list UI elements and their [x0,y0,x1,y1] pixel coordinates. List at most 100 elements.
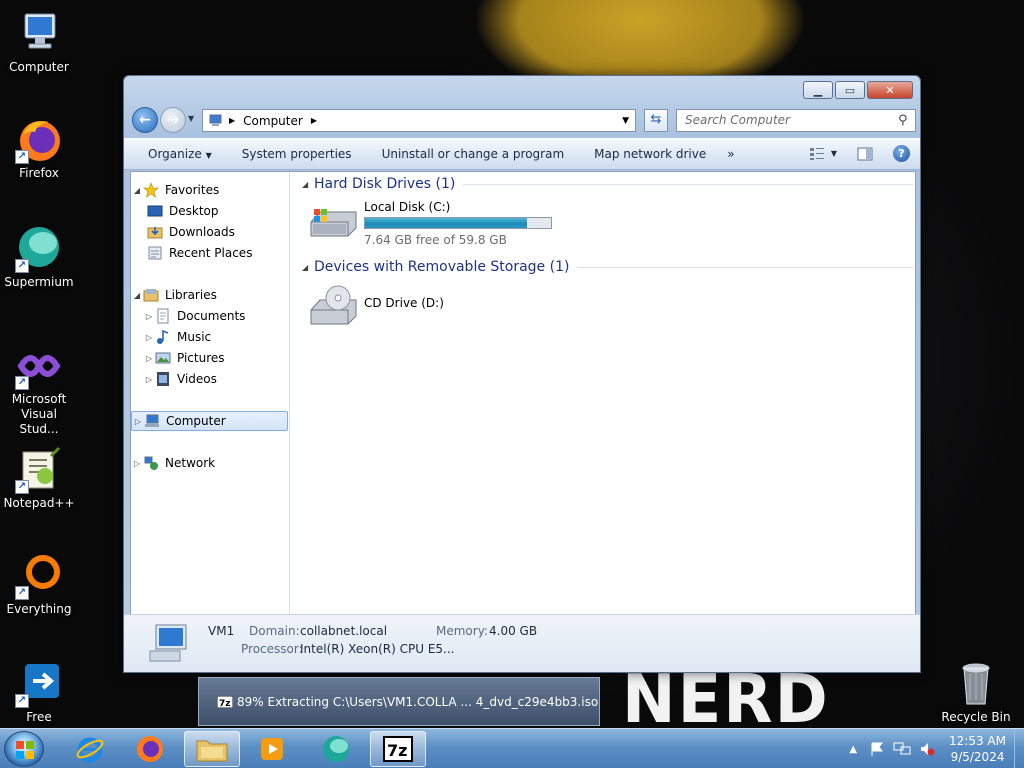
view-icon [809,147,824,160]
nav-label: Computer [166,414,226,428]
nav-label: Libraries [165,288,217,302]
documents-icon [157,308,169,324]
desktop-icon-label: Free [26,710,52,724]
change-view-button[interactable]: ▼ [809,147,837,161]
collapse-icon[interactable]: ◢ [302,180,314,189]
expand-icon[interactable]: ▷ [132,417,144,426]
breadcrumb-chevron-icon[interactable]: ▶ [229,116,235,125]
maximize-button[interactable]: ▭ [835,81,865,99]
expand-icon[interactable]: ◢ [131,291,143,300]
computer-name: VM1 [208,624,235,638]
desktop-icon-supermium[interactable]: ↗ Supermium [0,225,78,290]
nav-network[interactable]: ▷ Network [131,453,288,473]
taskbar-media-player[interactable] [244,731,300,767]
close-button[interactable]: ✕ [867,81,913,99]
map-network-drive-button[interactable]: Map network drive [579,147,721,161]
system-tray: ▲ 12:53 AM 9/5/2024 [849,731,1006,767]
expand-icon[interactable]: ▷ [143,375,155,384]
nav-computer[interactable]: ▷ Computer [131,411,288,431]
group-hard-disk-drives[interactable]: ◢ Hard Disk Drives (1) [302,174,914,194]
expand-icon[interactable]: ▷ [131,459,143,468]
nav-favorites[interactable]: ◢ Favorites [131,180,288,200]
cd-drive-icon [310,285,357,325]
network-icon[interactable] [893,741,911,757]
breadcrumb-computer[interactable]: Computer [243,114,303,128]
desktop-icon-visual-studio[interactable]: ↗ Microsoft Visual Stud... [0,342,78,437]
expand-icon[interactable]: ▷ [143,333,155,342]
taskbar-supermium[interactable] [308,731,364,767]
taskbar-7zip[interactable]: 7z [370,731,426,767]
organize-button[interactable]: Organize ▼ [124,147,227,161]
taskbar-explorer[interactable] [184,731,240,767]
7zip-icon: 7z [217,695,233,708]
memory-label: Memory: [436,624,488,638]
refresh-button[interactable]: ⇆ [644,109,668,132]
nav-libraries[interactable]: ◢ Libraries [131,285,288,305]
group-removable-storage[interactable]: ◢ Devices with Removable Storage (1) [302,257,914,277]
group-title: Devices with Removable Storage (1) [314,259,570,275]
desktop-icon-label: Computer [9,60,69,74]
desktop-icon-recycle-bin[interactable]: Recycle Bin [936,660,1016,725]
nav-recent-places[interactable]: Recent Places [131,243,288,263]
notepadpp-icon: ↗ [15,446,63,494]
address-dropdown-icon[interactable]: ▼ [622,116,629,126]
system-properties-button[interactable]: System properties [227,147,367,161]
breadcrumb-chevron-icon[interactable]: ▶ [311,116,317,125]
action-center-flag-icon[interactable] [869,741,885,757]
media-player-icon [261,738,283,760]
extraction-progress-text: 89% Extracting C:\Users\VM1.COLLA ... 4_… [237,694,599,709]
7zip-icon: 7z [383,736,413,762]
desktop-icon-notepadpp[interactable]: ↗ Notepad++ [0,446,78,511]
memory-value: 4.00 GB [489,624,538,638]
nav-videos[interactable]: ▷ Videos [131,369,288,389]
start-button[interactable] [4,731,44,767]
forward-button[interactable]: → [160,107,186,133]
help-icon[interactable]: ? [893,145,910,162]
collapse-icon[interactable]: ◢ [302,263,314,272]
nav-downloads[interactable]: Downloads [131,222,288,242]
explorer-window[interactable]: ▁ ▭ ✕ ← → ▼ ▶ Computer ▶ ▼ ⇆ Search Comp… [123,75,921,673]
taskbar-firefox[interactable] [122,731,178,767]
recent-places-icon [148,246,162,260]
address-bar[interactable]: ▶ Computer ▶ ▼ [202,109,636,132]
minimize-button[interactable]: ▁ [803,81,833,99]
nav-documents[interactable]: ▷ Documents [131,306,288,326]
domain-label: Domain: [249,624,300,638]
desktop-icon-everything[interactable]: ↗ Everything [0,552,78,617]
group-divider [463,183,914,185]
shortcut-arrow-icon: ↗ [15,694,29,708]
search-input[interactable]: Search Computer [676,109,916,132]
more-commands-button[interactable]: » [721,147,749,161]
nav-desktop[interactable]: Desktop [131,201,288,221]
extraction-progress-popup[interactable]: 7z 89% Extracting C:\Users\VM1.COLLA ...… [198,677,600,726]
firefox-icon: ↗ [15,116,63,164]
drive-cd-d[interactable]: CD Drive (D:) [308,284,444,328]
desktop-icon-firefox[interactable]: ↗ Firefox [0,116,78,181]
recent-pages-dropdown[interactable]: ▼ [188,114,194,123]
computer-icon [145,414,159,427]
drive-local-disk-c[interactable]: Local Disk (C:) 7.64 GB free of 59.8 GB [308,200,552,247]
expand-icon[interactable]: ▷ [143,312,155,321]
visual-studio-icon: ↗ [15,342,63,390]
nav-pictures[interactable]: ▷ Pictures [131,348,288,368]
expand-icon[interactable]: ▷ [143,354,155,363]
uninstall-program-button[interactable]: Uninstall or change a program [367,147,580,161]
desktop-icon-free[interactable]: ↗ Free [0,660,78,725]
show-hidden-icons-button[interactable]: ▲ [849,744,857,755]
search-icon[interactable]: ⚲ [898,113,908,128]
nav-music[interactable]: ▷ Music [131,327,288,347]
taskbar-internet-explorer[interactable] [62,731,118,767]
volume-muted-icon[interactable] [919,741,935,757]
clock[interactable]: 12:53 AM 9/5/2024 [949,733,1006,765]
preview-pane-icon[interactable] [857,147,873,161]
command-bar: Organize ▼ System properties Uninstall o… [124,138,920,170]
svg-text:7z: 7z [387,741,407,760]
desktop-icon-label: Recycle Bin [941,710,1011,724]
show-desktop-button[interactable] [1014,729,1024,768]
drive-name: Local Disk (C:) [364,200,451,214]
back-button[interactable]: ← [132,107,158,133]
free-icon: ↗ [15,660,63,708]
star-icon [143,182,159,198]
expand-icon[interactable]: ◢ [131,186,143,195]
desktop-icon-computer[interactable]: Computer [0,10,78,75]
